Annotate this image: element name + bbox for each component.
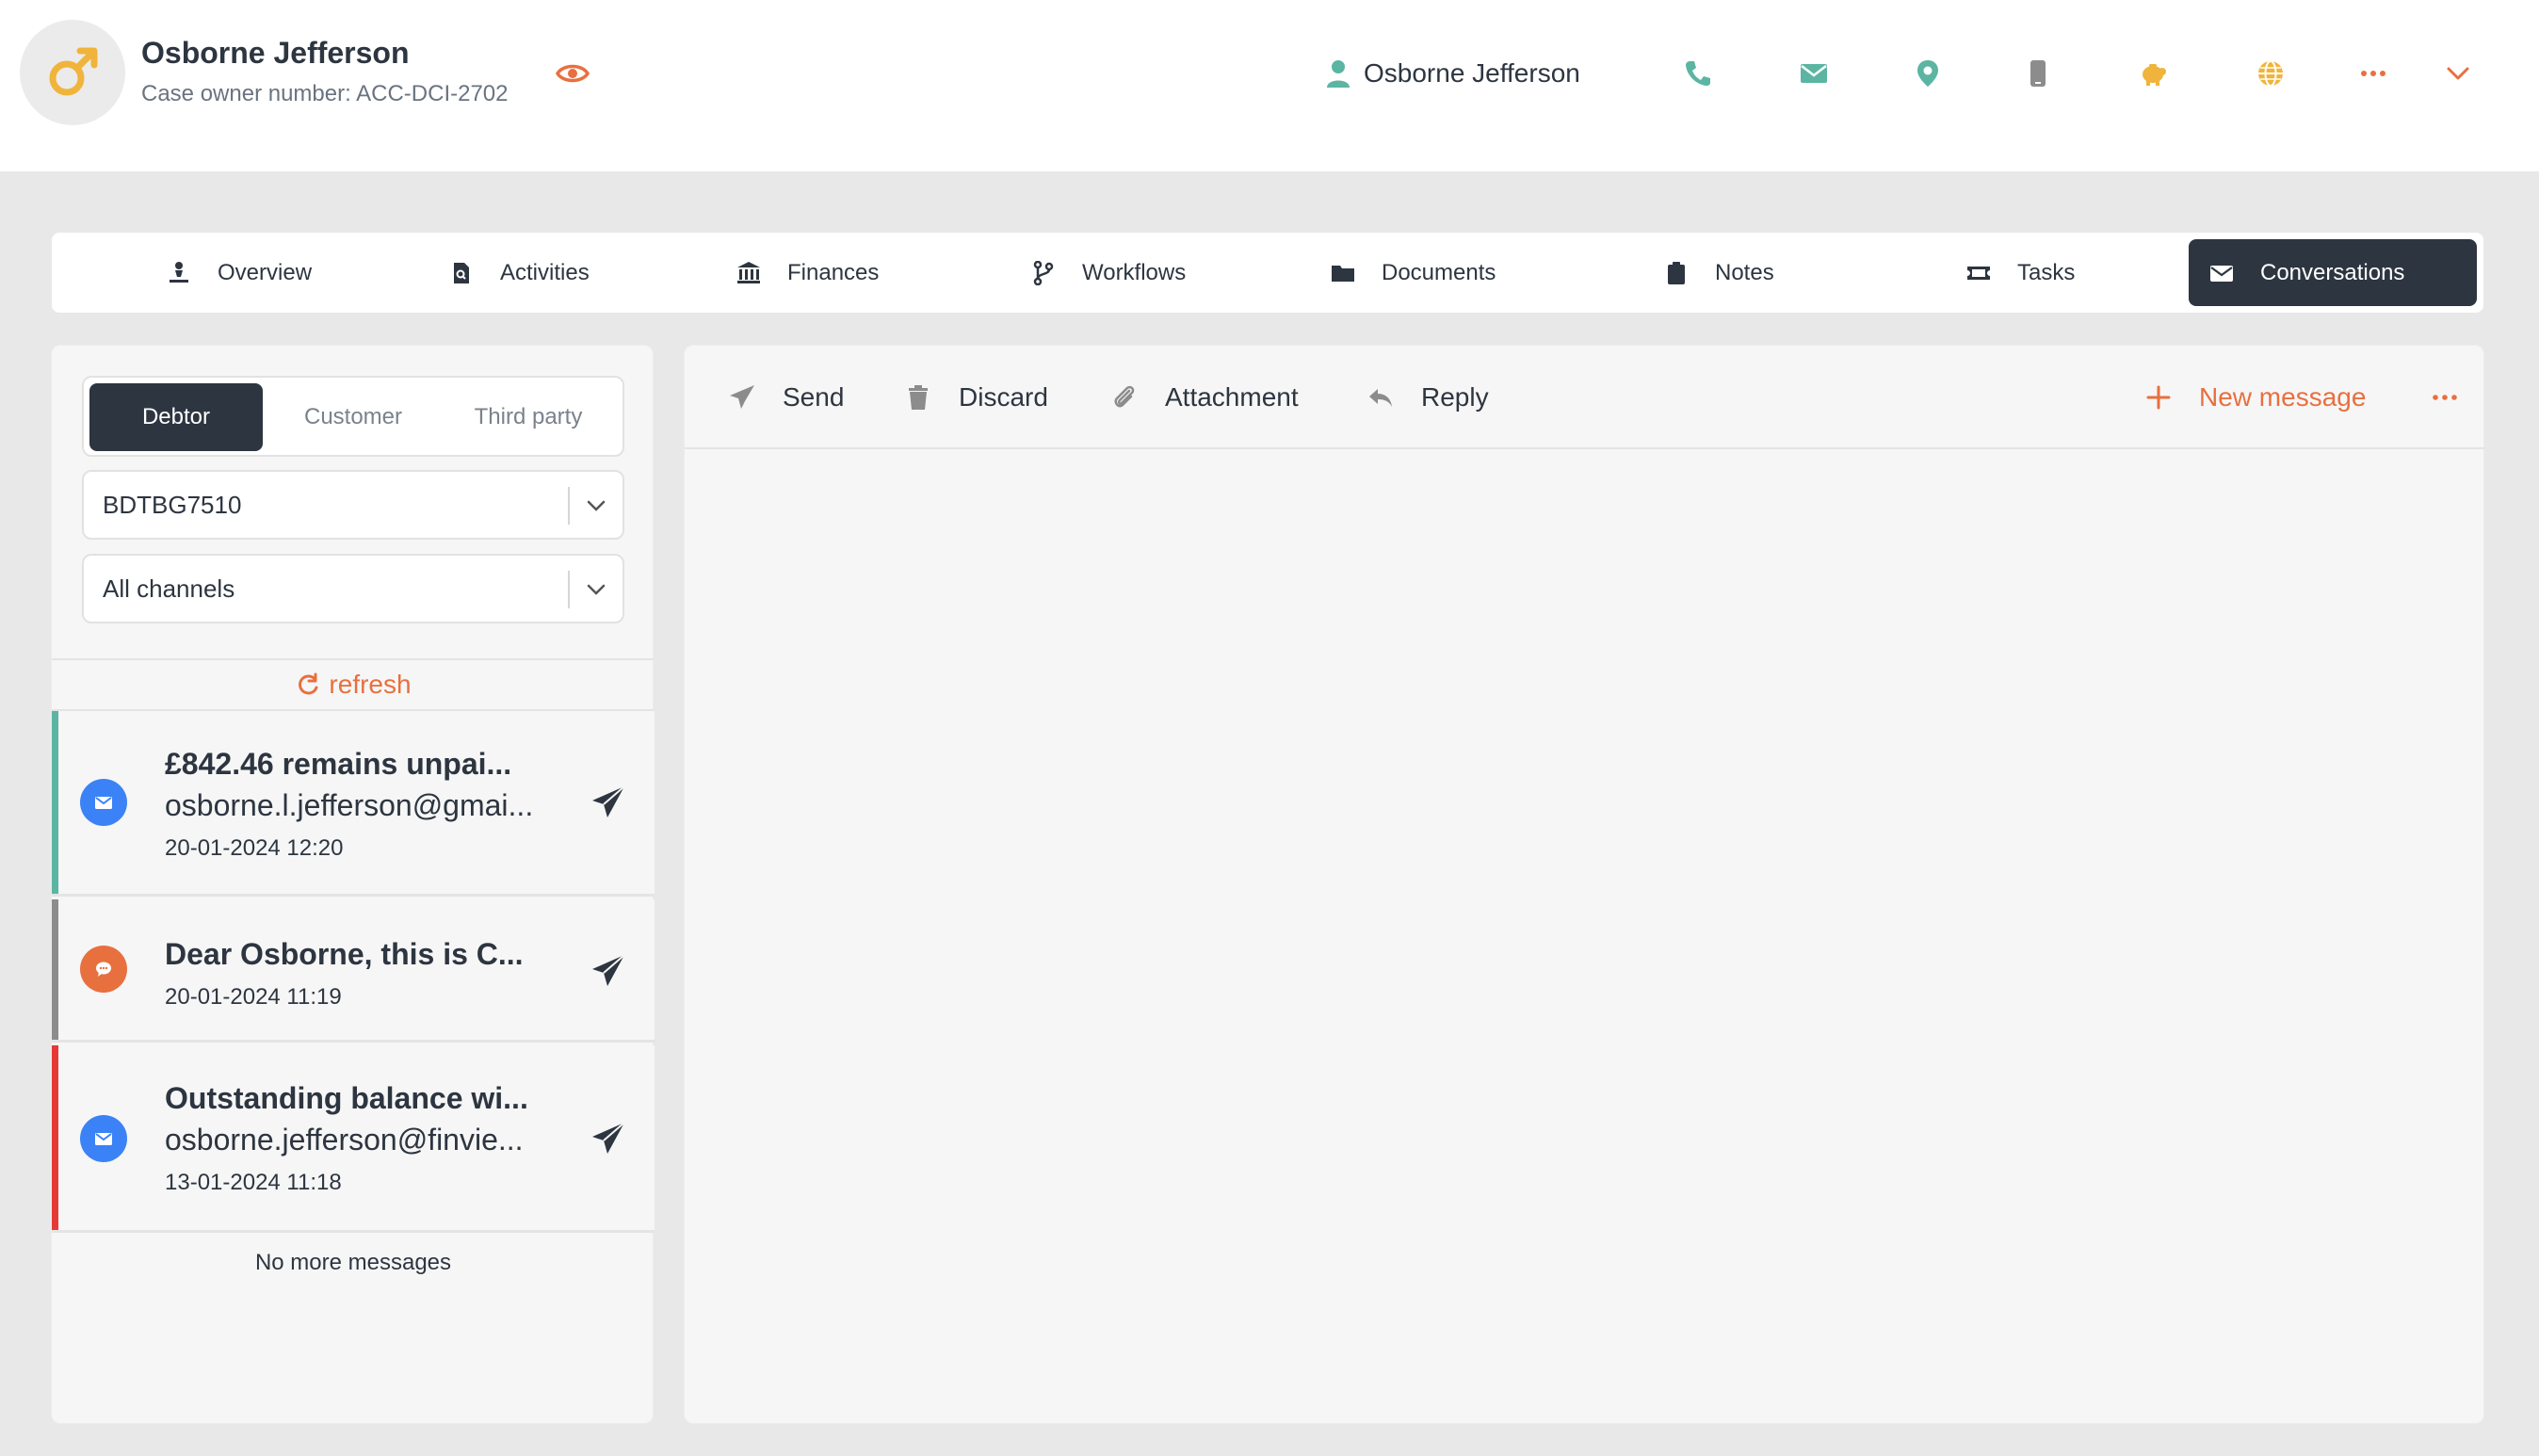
tab-label: Conversations <box>2260 259 2405 285</box>
more-options-button[interactable] <box>2431 378 2459 417</box>
message-compose-panel: Send Discard Attachment Reply New messag… <box>684 345 2485 1424</box>
tab-label: Tasks <box>2017 259 2076 285</box>
tab-label: Notes <box>1715 259 1774 285</box>
no-more-messages: No more messages <box>254 1250 452 1275</box>
trash-icon <box>909 385 928 410</box>
send-label: Send <box>783 382 845 412</box>
reply-icon <box>1369 389 1392 407</box>
eye-icon[interactable] <box>556 60 590 87</box>
tab-workflows[interactable]: Workflows <box>1011 239 1206 306</box>
location-icon[interactable] <box>1909 55 1947 92</box>
tab-label: Activities <box>500 259 590 285</box>
select-divider <box>568 487 570 525</box>
message-title: £842.46 remains unpai... <box>165 747 512 781</box>
clipboard-icon <box>1668 261 1685 284</box>
refresh-button[interactable]: refresh <box>52 658 655 711</box>
mobile-icon[interactable] <box>2019 55 2057 92</box>
message-recipient: osborne.l.jefferson@gmai... <box>165 788 534 822</box>
tab-label: Overview <box>218 259 313 285</box>
tab-notes[interactable]: Notes <box>1643 239 1795 306</box>
party-segmented-control: Debtor Customer Third party <box>82 376 624 457</box>
chevron-down-icon <box>587 584 606 595</box>
paper-plane-icon <box>730 385 754 409</box>
select-divider <box>568 571 570 608</box>
email-channel-icon <box>80 1115 127 1162</box>
list-item[interactable]: £842.46 remains unpai... osborne.l.jeffe… <box>52 711 655 897</box>
user-icon <box>1327 60 1350 88</box>
chat-channel-icon <box>80 946 127 993</box>
discard-label: Discard <box>959 382 1048 412</box>
list-item[interactable]: Dear Osborne, this is C... 20-01-2024 11… <box>52 899 655 1043</box>
piggy-bank-icon[interactable] <box>2135 55 2173 92</box>
refresh-label: refresh <box>329 670 412 699</box>
channel-select-value: All channels <box>103 574 235 603</box>
debtor-name: Osborne Jefferson <box>141 36 410 70</box>
attachment-button[interactable]: Attachment <box>1110 378 1299 417</box>
channel-select[interactable]: All channels <box>82 554 624 623</box>
channel-accent-bar <box>52 899 58 1040</box>
new-message-button[interactable]: New message <box>2144 378 2366 417</box>
channel-accent-bar <box>52 1045 58 1230</box>
channel-accent-bar <box>52 711 58 894</box>
segment-customer[interactable]: Customer <box>267 383 440 451</box>
paper-plane-icon <box>592 785 625 817</box>
tab-label: Documents <box>1382 259 1496 285</box>
envelope-icon <box>2210 265 2233 282</box>
avatar <box>20 20 125 125</box>
folder-icon <box>1332 265 1354 282</box>
paper-plane-icon <box>592 1122 625 1154</box>
tab-label: Finances <box>787 259 880 285</box>
globe-icon[interactable] <box>2252 55 2289 92</box>
tab-label: Workflows <box>1082 259 1187 285</box>
bank-icon <box>737 261 760 283</box>
envelope-icon[interactable] <box>1795 55 1833 92</box>
reply-label: Reply <box>1421 382 1489 412</box>
tab-activities[interactable]: Activities <box>429 239 610 306</box>
case-owner-number: Case owner number: ACC-DCI-2702 <box>141 81 509 106</box>
message-title: Outstanding balance wi... <box>165 1081 528 1115</box>
paper-plane-icon <box>592 954 625 986</box>
tab-tasks[interactable]: Tasks <box>1946 239 2095 306</box>
message-date: 13-01-2024 11:18 <box>165 1170 342 1195</box>
phone-icon[interactable] <box>1679 55 1717 92</box>
reply-button[interactable]: Reply <box>1367 378 1489 417</box>
list-item[interactable]: Outstanding balance wi... osborne.jeffer… <box>52 1045 655 1233</box>
more-icon <box>2433 395 2457 400</box>
refresh-icon <box>299 672 318 695</box>
header: Osborne Jefferson Case owner number: ACC… <box>0 0 2539 171</box>
contact-name: Osborne Jefferson <box>1364 58 1580 88</box>
message-date: 20-01-2024 11:19 <box>165 984 342 1010</box>
tab-overview[interactable]: Overview <box>146 239 332 306</box>
send-button[interactable]: Send <box>728 378 844 417</box>
tab-documents[interactable]: Documents <box>1310 239 1516 306</box>
file-search-icon <box>454 262 469 283</box>
discard-button[interactable]: Discard <box>904 378 1048 417</box>
attachment-label: Attachment <box>1165 382 1299 412</box>
plus-icon <box>2146 385 2171 410</box>
tab-conversations[interactable]: Conversations <box>2189 239 2477 306</box>
paperclip-icon <box>1114 385 1135 408</box>
chevron-down-icon <box>587 500 606 511</box>
account-select[interactable]: BDTBG7510 <box>82 470 624 540</box>
more-icon[interactable] <box>2354 55 2392 92</box>
tab-finances[interactable]: Finances <box>716 239 899 306</box>
ticket-icon <box>1967 266 1990 280</box>
branch-icon <box>1033 260 1054 285</box>
male-symbol-icon <box>49 47 98 96</box>
compose-toolbar: Send Discard Attachment Reply New messag… <box>685 346 2485 449</box>
contact-person[interactable]: Osborne Jefferson <box>1326 55 1580 92</box>
message-title: Dear Osborne, this is C... <box>165 937 524 971</box>
message-date: 20-01-2024 12:20 <box>165 835 344 861</box>
account-select-value: BDTBG7510 <box>103 490 242 519</box>
segment-debtor[interactable]: Debtor <box>89 383 263 451</box>
message-recipient: osborne.jefferson@finvie... <box>165 1123 524 1157</box>
new-message-label: New message <box>2199 382 2367 412</box>
chevron-down-icon[interactable] <box>2439 55 2477 92</box>
email-channel-icon <box>80 779 127 826</box>
person-icon <box>170 261 188 283</box>
conversation-list-panel: Debtor Customer Third party BDTBG7510 Al… <box>51 345 655 1424</box>
segment-third-party[interactable]: Third party <box>442 383 615 451</box>
tab-bar: Overview Activities Finances Workflows D… <box>52 233 2483 313</box>
